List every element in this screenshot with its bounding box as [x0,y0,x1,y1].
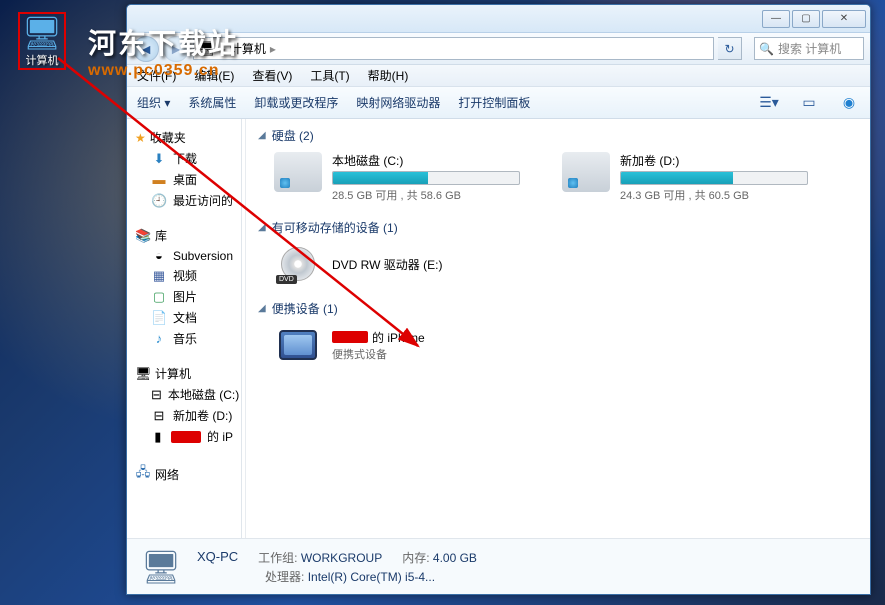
download-icon: ⬇ [151,151,167,167]
hdd-icon [562,152,610,192]
sidebar-computer[interactable]: 🖥计算机 [127,363,241,384]
library-icon: 📚 [135,228,151,244]
organize-button[interactable]: 组织 ▾ [137,94,170,111]
search-icon: 🔍 [759,42,774,56]
svn-icon: ◒ [151,248,167,263]
menu-view[interactable]: 查看(V) [252,67,292,84]
refresh-button[interactable]: ↻ [718,37,742,60]
device-label: DVD RW 驱动器 (E:) [332,256,442,273]
content-pane: ◢硬盘 (2) 本地磁盘 (C:) 28.5 GB 可用 , 共 58.6 GB [246,119,870,538]
video-icon: ▦ [151,268,167,284]
toolbar: 组织 ▾ 系统属性 卸载或更改程序 映射网络驱动器 打开控制面板 ☰▾ ▭ ◉ [127,87,870,119]
pictures-icon: ▢ [151,289,167,305]
sidebar-item-recent[interactable]: 🕘最近访问的 [127,190,241,211]
sidebar-favorites[interactable]: ★收藏夹 [127,127,241,148]
drive-label: 本地磁盘 (C:) [332,152,534,169]
breadcrumb-computer[interactable]: 计算机 [230,40,266,57]
collapse-icon: ◢ [258,130,266,141]
sidebar-libraries[interactable]: 📚库 [127,225,241,246]
hdd-icon: ⊟ [151,387,162,403]
music-icon: ♪ [151,331,167,346]
minimize-button[interactable]: — [762,10,790,28]
drive-free-text: 24.3 GB 可用 , 共 60.5 GB [620,187,822,203]
desktop-icon-label: 计算机 [20,52,64,68]
details-pane: 🖥 XQ-PC 工作组: WORKGROUP 内存: 4.00 GB 处理器: … [127,538,870,594]
menu-tools[interactable]: 工具(T) [310,67,349,84]
desktop-icon: ▬ [151,172,167,187]
sidebar-item-iphone[interactable]: ▮的 iP [127,426,241,447]
menu-edit[interactable]: 编辑(E) [194,67,234,84]
uninstall-program-button[interactable]: 卸载或更改程序 [254,94,338,111]
sidebar-item-pictures[interactable]: ▢图片 [127,286,241,307]
search-input[interactable]: 🔍 搜索 计算机 [754,37,864,60]
chevron-right-icon: ▸ [220,42,226,56]
computer-icon: 🖥 [198,40,216,57]
collapse-icon: ◢ [258,303,266,314]
menu-help[interactable]: 帮助(H) [368,67,409,84]
iphone-device[interactable]: 的 iPhone 便携式设备 [258,325,858,365]
capacity-bar [332,171,520,185]
collapse-icon: ◢ [258,222,266,233]
hdd-icon [274,152,322,192]
menu-bar: 文件(F) 编辑(E) 查看(V) 工具(T) 帮助(H) [127,65,870,87]
capacity-bar [620,171,808,185]
hdd-icon: ⊟ [151,408,167,424]
menu-file[interactable]: 文件(F) [137,67,176,84]
sidebar-item-downloads[interactable]: ⬇下载 [127,148,241,169]
computer-icon: 🖥 [135,366,151,382]
help-button[interactable]: ◉ [838,92,860,114]
redacted-text [171,431,201,443]
star-icon: ★ [135,131,146,145]
phone-device-icon [274,325,322,365]
navigation-pane: ★收藏夹 ⬇下载 ▬桌面 🕘最近访问的 📚库 ◒Subversion ▦视频 ▢… [127,119,242,538]
recent-icon: 🕘 [151,193,167,209]
forward-button[interactable]: ► [163,36,189,62]
titlebar[interactable]: — ▢ ✕ [127,5,870,33]
control-panel-button[interactable]: 打开控制面板 [458,94,530,111]
dvd-drive[interactable]: DVD DVD RW 驱动器 (E:) [258,244,858,284]
network-icon: 🖧 [135,463,151,485]
drive-d[interactable]: 新加卷 (D:) 24.3 GB 可用 , 共 60.5 GB [562,152,822,203]
sidebar-item-videos[interactable]: ▦视频 [127,265,241,286]
preview-pane-button[interactable]: ▭ [798,92,820,114]
pc-name: XQ-PC [197,549,238,566]
category-removable[interactable]: ◢有可移动存储的设备 (1) [258,219,858,236]
device-sublabel: 便携式设备 [332,346,425,362]
system-properties-button[interactable]: 系统属性 [188,94,236,111]
sidebar-item-documents[interactable]: 📄文档 [127,307,241,328]
category-hard-disks[interactable]: ◢硬盘 (2) [258,127,858,144]
sidebar-item-desktop[interactable]: ▬桌面 [127,169,241,190]
address-bar[interactable]: 🖥 ▸ 计算机 ▸ [193,37,714,60]
sidebar-item-subversion[interactable]: ◒Subversion [127,246,241,265]
drive-free-text: 28.5 GB 可用 , 共 58.6 GB [332,187,534,203]
maximize-button[interactable]: ▢ [792,10,820,28]
desktop-computer-icon[interactable]: 🖥 计算机 [18,12,66,70]
computer-icon: 🖥 [20,14,64,52]
computer-icon: 🖥 [139,545,183,589]
chevron-right-icon: ▸ [270,42,276,56]
sidebar-network[interactable]: 🖧网络 [127,461,241,487]
back-button[interactable]: ◄ [133,36,159,62]
category-portable[interactable]: ◢便携设备 (1) [258,300,858,317]
phone-icon: ▮ [151,429,165,445]
dvd-icon: DVD [274,244,322,284]
map-drive-button[interactable]: 映射网络驱动器 [356,94,440,111]
close-button[interactable]: ✕ [822,10,866,28]
navigation-bar: ◄ ► 🖥 ▸ 计算机 ▸ ↻ 🔍 搜索 计算机 [127,33,870,65]
drive-c[interactable]: 本地磁盘 (C:) 28.5 GB 可用 , 共 58.6 GB [274,152,534,203]
sidebar-item-drive-d[interactable]: ⊟新加卷 (D:) [127,405,241,426]
device-label: 的 iPhone [332,329,425,346]
sidebar-item-music[interactable]: ♪音乐 [127,328,241,349]
view-options-button[interactable]: ☰▾ [758,92,780,114]
redacted-text [332,331,368,343]
document-icon: 📄 [151,310,167,326]
sidebar-item-drive-c[interactable]: ⊟本地磁盘 (C:) [127,384,241,405]
drive-label: 新加卷 (D:) [620,152,822,169]
explorer-window: — ▢ ✕ ◄ ► 🖥 ▸ 计算机 ▸ ↻ 🔍 搜索 计算机 文件(F) 编辑(… [126,4,871,595]
